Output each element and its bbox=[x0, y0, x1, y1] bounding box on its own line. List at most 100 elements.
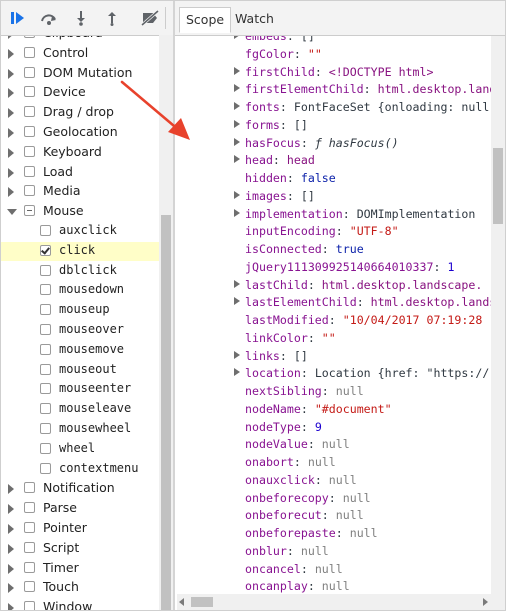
event-checkbox[interactable] bbox=[40, 304, 51, 316]
event-checkbox[interactable] bbox=[40, 383, 51, 395]
expanded-triangle-icon[interactable] bbox=[7, 209, 17, 216]
collapsed-triangle-icon[interactable] bbox=[8, 147, 14, 158]
expand-triangle-icon[interactable] bbox=[234, 208, 240, 217]
right-scrollbar[interactable] bbox=[491, 36, 505, 594]
event-checkbox[interactable] bbox=[40, 284, 51, 296]
event-checkbox[interactable] bbox=[40, 225, 51, 236]
category-checkbox[interactable] bbox=[24, 561, 35, 573]
category-row[interactable]: Control bbox=[1, 44, 159, 63]
collapsed-triangle-icon[interactable] bbox=[8, 48, 14, 59]
horizontal-scrollbar[interactable] bbox=[177, 594, 491, 610]
event-checkbox[interactable] bbox=[40, 403, 51, 415]
step-into-icon[interactable] bbox=[71, 9, 91, 27]
event-checkbox[interactable] bbox=[40, 264, 51, 276]
event-row[interactable]: mouseout bbox=[1, 361, 159, 380]
event-row[interactable]: auxclick bbox=[1, 222, 159, 241]
category-row[interactable]: Window bbox=[1, 598, 159, 610]
event-row[interactable]: mousewheel bbox=[1, 420, 159, 439]
expand-triangle-icon[interactable] bbox=[234, 119, 240, 128]
event-checkbox[interactable] bbox=[40, 363, 51, 375]
category-row[interactable]: Parse bbox=[1, 499, 159, 518]
category-row[interactable]: Drag / drop bbox=[1, 103, 159, 122]
step-out-icon[interactable] bbox=[102, 9, 122, 27]
event-row[interactable]: wheel bbox=[1, 440, 159, 459]
category-checkbox[interactable] bbox=[24, 541, 35, 553]
event-checkbox[interactable] bbox=[40, 462, 51, 474]
category-row[interactable]: Touch bbox=[1, 578, 159, 597]
right-scrollbar-thumb[interactable] bbox=[493, 148, 503, 224]
category-row[interactable]: DOM Mutation bbox=[1, 64, 159, 83]
category-checkbox[interactable] bbox=[24, 205, 35, 217]
collapsed-triangle-icon[interactable] bbox=[8, 484, 14, 495]
category-checkbox[interactable] bbox=[24, 581, 35, 593]
event-checkbox[interactable] bbox=[40, 423, 51, 434]
category-checkbox[interactable] bbox=[24, 46, 35, 58]
category-checkbox[interactable] bbox=[24, 36, 35, 38]
expand-triangle-icon[interactable] bbox=[234, 102, 240, 110]
collapsed-triangle-icon[interactable] bbox=[8, 563, 14, 574]
event-row[interactable]: click bbox=[1, 241, 159, 261]
deactivate-breakpoints-icon[interactable] bbox=[140, 9, 160, 27]
left-scrollbar[interactable] bbox=[159, 35, 173, 610]
collapsed-triangle-icon[interactable] bbox=[8, 36, 14, 39]
event-row[interactable]: dblclick bbox=[1, 262, 159, 281]
category-row[interactable]: Media bbox=[1, 182, 159, 201]
tab-watch[interactable]: Watch bbox=[229, 7, 279, 33]
scroll-left-icon[interactable] bbox=[179, 598, 184, 606]
pane-divider[interactable] bbox=[173, 1, 175, 610]
collapsed-triangle-icon[interactable] bbox=[8, 68, 14, 79]
event-row[interactable]: mousedown bbox=[1, 281, 159, 300]
collapsed-triangle-icon[interactable] bbox=[8, 524, 14, 534]
category-row[interactable]: Keyboard bbox=[1, 143, 159, 162]
expand-triangle-icon[interactable] bbox=[234, 350, 240, 359]
category-row[interactable]: Mouse bbox=[1, 202, 159, 221]
collapsed-triangle-icon[interactable] bbox=[8, 167, 14, 178]
expand-triangle-icon[interactable] bbox=[234, 190, 240, 199]
category-checkbox[interactable] bbox=[24, 126, 35, 137]
expand-triangle-icon[interactable] bbox=[234, 279, 240, 288]
expand-triangle-icon[interactable] bbox=[234, 297, 240, 306]
tab-scope[interactable]: Scope bbox=[179, 7, 231, 33]
category-checkbox[interactable] bbox=[24, 522, 35, 533]
category-checkbox[interactable] bbox=[24, 66, 35, 78]
collapsed-triangle-icon[interactable] bbox=[8, 603, 14, 610]
category-row[interactable]: Notification bbox=[1, 479, 159, 498]
event-row[interactable]: mouseleave bbox=[1, 400, 159, 419]
collapsed-triangle-icon[interactable] bbox=[8, 504, 14, 515]
collapsed-triangle-icon[interactable] bbox=[8, 187, 14, 198]
scroll-right-icon[interactable] bbox=[483, 598, 488, 606]
category-row[interactable]: Pointer bbox=[1, 519, 159, 538]
category-checkbox[interactable] bbox=[24, 145, 35, 157]
expand-triangle-icon[interactable] bbox=[234, 137, 240, 146]
collapsed-triangle-icon[interactable] bbox=[8, 583, 14, 594]
horizontal-scrollbar-thumb[interactable] bbox=[191, 597, 213, 607]
category-row[interactable]: Geolocation bbox=[1, 123, 159, 142]
event-checkbox[interactable] bbox=[40, 343, 51, 355]
collapsed-triangle-icon[interactable] bbox=[8, 128, 14, 138]
category-row[interactable]: Load bbox=[1, 163, 159, 182]
event-checkbox[interactable] bbox=[40, 324, 51, 335]
collapsed-triangle-icon[interactable] bbox=[8, 88, 14, 99]
event-row[interactable]: contextmenu bbox=[1, 460, 159, 479]
expand-triangle-icon[interactable] bbox=[234, 84, 240, 93]
event-row[interactable]: mouseover bbox=[1, 321, 159, 340]
expand-triangle-icon[interactable] bbox=[234, 66, 240, 75]
category-checkbox[interactable] bbox=[24, 86, 35, 98]
category-checkbox[interactable] bbox=[24, 482, 35, 494]
category-row[interactable]: Timer bbox=[1, 559, 159, 578]
event-checkbox[interactable] bbox=[40, 244, 51, 256]
event-row[interactable]: mouseenter bbox=[1, 380, 159, 399]
event-row[interactable]: mousemove bbox=[1, 341, 159, 360]
collapsed-triangle-icon[interactable] bbox=[8, 108, 14, 119]
event-row[interactable]: mouseup bbox=[1, 301, 159, 320]
left-scrollbar-thumb[interactable] bbox=[161, 215, 171, 610]
expand-triangle-icon[interactable] bbox=[234, 368, 240, 377]
event-checkbox[interactable] bbox=[40, 442, 51, 454]
category-checkbox[interactable] bbox=[24, 185, 35, 197]
category-checkbox[interactable] bbox=[24, 106, 35, 118]
category-row[interactable]: Clipboard bbox=[1, 36, 159, 43]
category-checkbox[interactable] bbox=[24, 502, 35, 514]
expand-triangle-icon[interactable] bbox=[234, 36, 240, 39]
expand-triangle-icon[interactable] bbox=[234, 155, 240, 164]
category-row[interactable]: Script bbox=[1, 539, 159, 558]
